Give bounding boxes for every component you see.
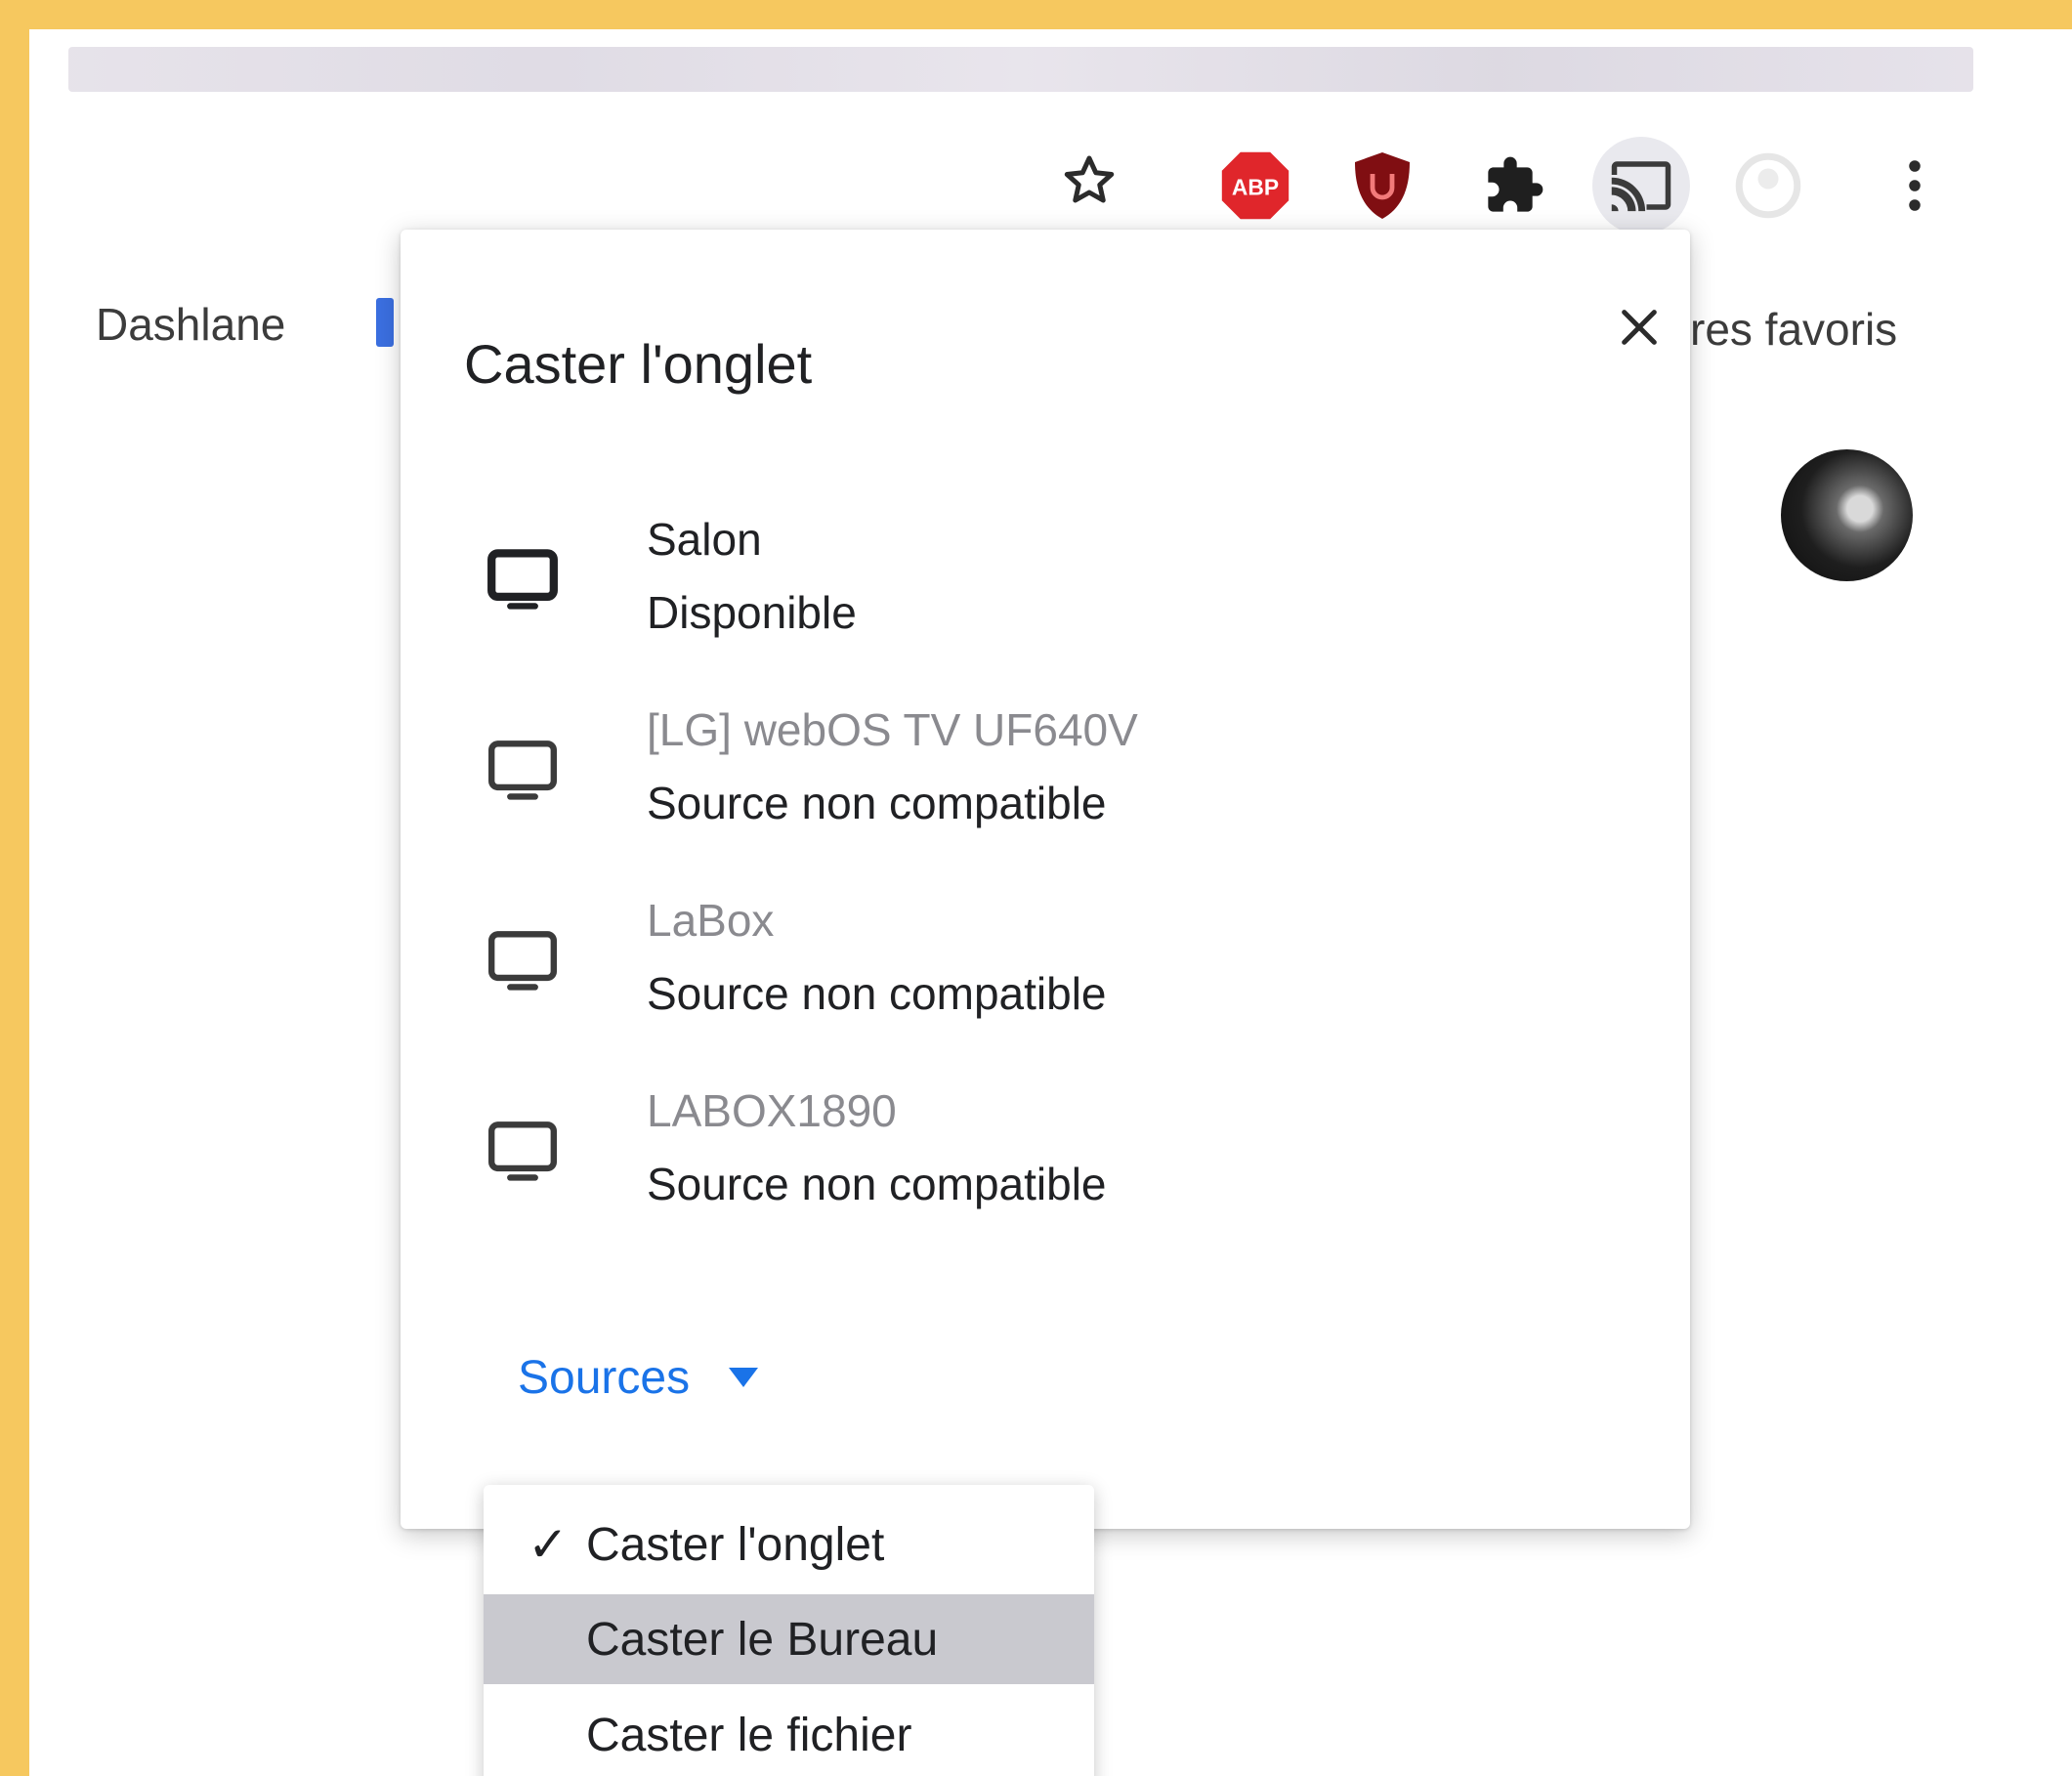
device-item-labox[interactable]: LaBox Source non compatible [464,884,1636,1040]
menu-item-label: Caster le Bureau [586,1613,939,1666]
tv-icon [487,549,558,610]
tv-icon [488,740,557,800]
device-name: [LG] webOS TV UF640V [647,704,1138,755]
tab-strip[interactable] [68,47,1973,92]
close-button[interactable] [1605,293,1673,361]
bookmark-dashlane[interactable]: Dashlane [96,298,285,351]
menu-item-label: Caster le fichier [586,1709,912,1761]
avatar[interactable] [1781,449,1913,581]
menu-kebab-icon[interactable] [1890,147,1939,225]
menu-item-caster-bureau[interactable]: Caster le Bureau [484,1594,1094,1684]
cast-dialog: Caster l'onglet Salon Disponible [LG] we… [401,230,1690,1529]
bookmark-folder-icon[interactable] [376,298,394,347]
tv-icon [488,931,557,991]
cast-icon[interactable] [1592,137,1690,234]
check-icon: ✓ [528,1517,569,1572]
ublock-origin-icon[interactable] [1343,147,1421,225]
device-name: Salon [647,514,762,565]
adblock-plus-icon[interactable]: ABP [1216,147,1294,225]
menu-item-caster-onglet[interactable]: ✓ Caster l'onglet [484,1500,1094,1589]
device-item-lg-webos[interactable]: [LG] webOS TV UF640V Source non compatib… [464,694,1636,850]
profile-icon[interactable] [1729,147,1807,225]
adblock-label: ABP [1232,175,1279,200]
caret-down-icon [729,1368,759,1387]
sources-menu: ✓ Caster l'onglet Caster le Bureau Caste… [484,1485,1094,1776]
menu-item-label: Caster l'onglet [586,1518,885,1571]
close-icon [1622,310,1657,345]
bookmark-other-favorites[interactable]: res favoris [1690,303,1897,356]
device-item-labox1890[interactable]: LABOX1890 Source non compatible [464,1075,1636,1231]
sources-dropdown-button[interactable]: Sources [518,1343,811,1412]
star-icon[interactable] [1055,147,1123,215]
device-item-salon[interactable]: Salon Disponible [464,503,1636,659]
sources-label: Sources [518,1351,691,1404]
device-status: Source non compatible [647,1159,1107,1209]
device-name: LABOX1890 [647,1085,897,1136]
menu-item-caster-fichier[interactable]: Caster le fichier [484,1690,1094,1776]
dialog-title: Caster l'onglet [464,333,813,395]
device-status: Source non compatible [647,968,1107,1019]
browser-window: ABP Dashlane res favoris Caster l'onglet… [29,29,2072,1776]
device-status: Source non compatible [647,778,1107,828]
tv-icon [488,1121,557,1181]
device-name: LaBox [647,895,775,946]
extensions-puzzle-icon[interactable] [1475,147,1553,225]
device-status: Disponible [647,587,857,638]
